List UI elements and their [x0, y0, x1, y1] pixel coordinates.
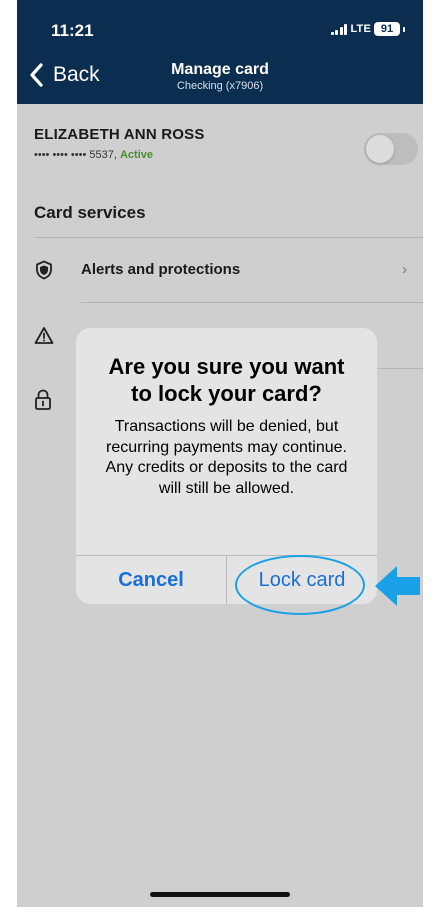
list-item-alerts[interactable]: Alerts and protections › — [17, 254, 423, 286]
card-lock-toggle[interactable] — [364, 133, 418, 165]
chevron-right-icon: › — [402, 261, 407, 278]
card-status: Active — [119, 149, 154, 161]
card-holder-name: ELIZABETH ANN ROSS — [34, 126, 205, 143]
highlight-circle — [235, 555, 365, 615]
pointer-arrow-icon — [375, 566, 420, 606]
masked-card-number: •••• •••• •••• 5537, — [34, 149, 117, 161]
home-indicator[interactable] — [150, 892, 290, 897]
status-indicators: LTE 91 — [330, 21, 405, 37]
warning-icon — [34, 327, 54, 344]
section-divider — [34, 237, 423, 238]
alert-message: Transactions will be denied, but recurri… — [105, 418, 348, 497]
battery-tip — [403, 26, 405, 32]
network-type: LTE — [350, 23, 371, 35]
alert-title: Are you sure you want to lock your card? — [108, 354, 345, 406]
shield-icon — [36, 260, 52, 280]
lock-icon — [35, 389, 51, 410]
signal-icon — [330, 23, 348, 35]
cancel-button[interactable]: Cancel — [76, 556, 226, 604]
page-subtitle: Checking (x7906) — [176, 80, 264, 92]
card-services-title: Card services — [34, 203, 146, 222]
row-divider — [81, 302, 423, 303]
list-item-label: Alerts and protections — [81, 261, 241, 278]
toggle-knob — [366, 135, 394, 163]
nav-title-block: Manage card Checking (x7906) — [17, 61, 423, 92]
status-time: 11:21 — [51, 21, 94, 40]
card-holder-info: ELIZABETH ANN ROSS •••• •••• •••• 5537, … — [34, 126, 205, 161]
card-number-line: •••• •••• •••• 5537, Active — [34, 149, 205, 161]
row-divider — [377, 368, 423, 369]
phone-screen: 11:21 LTE 91 Back Manage card Checking (… — [17, 0, 423, 907]
battery-icon: 91 — [374, 22, 400, 36]
navigation-header: 11:21 LTE 91 Back Manage card Checking (… — [17, 0, 423, 104]
page-title: Manage card — [171, 61, 269, 78]
